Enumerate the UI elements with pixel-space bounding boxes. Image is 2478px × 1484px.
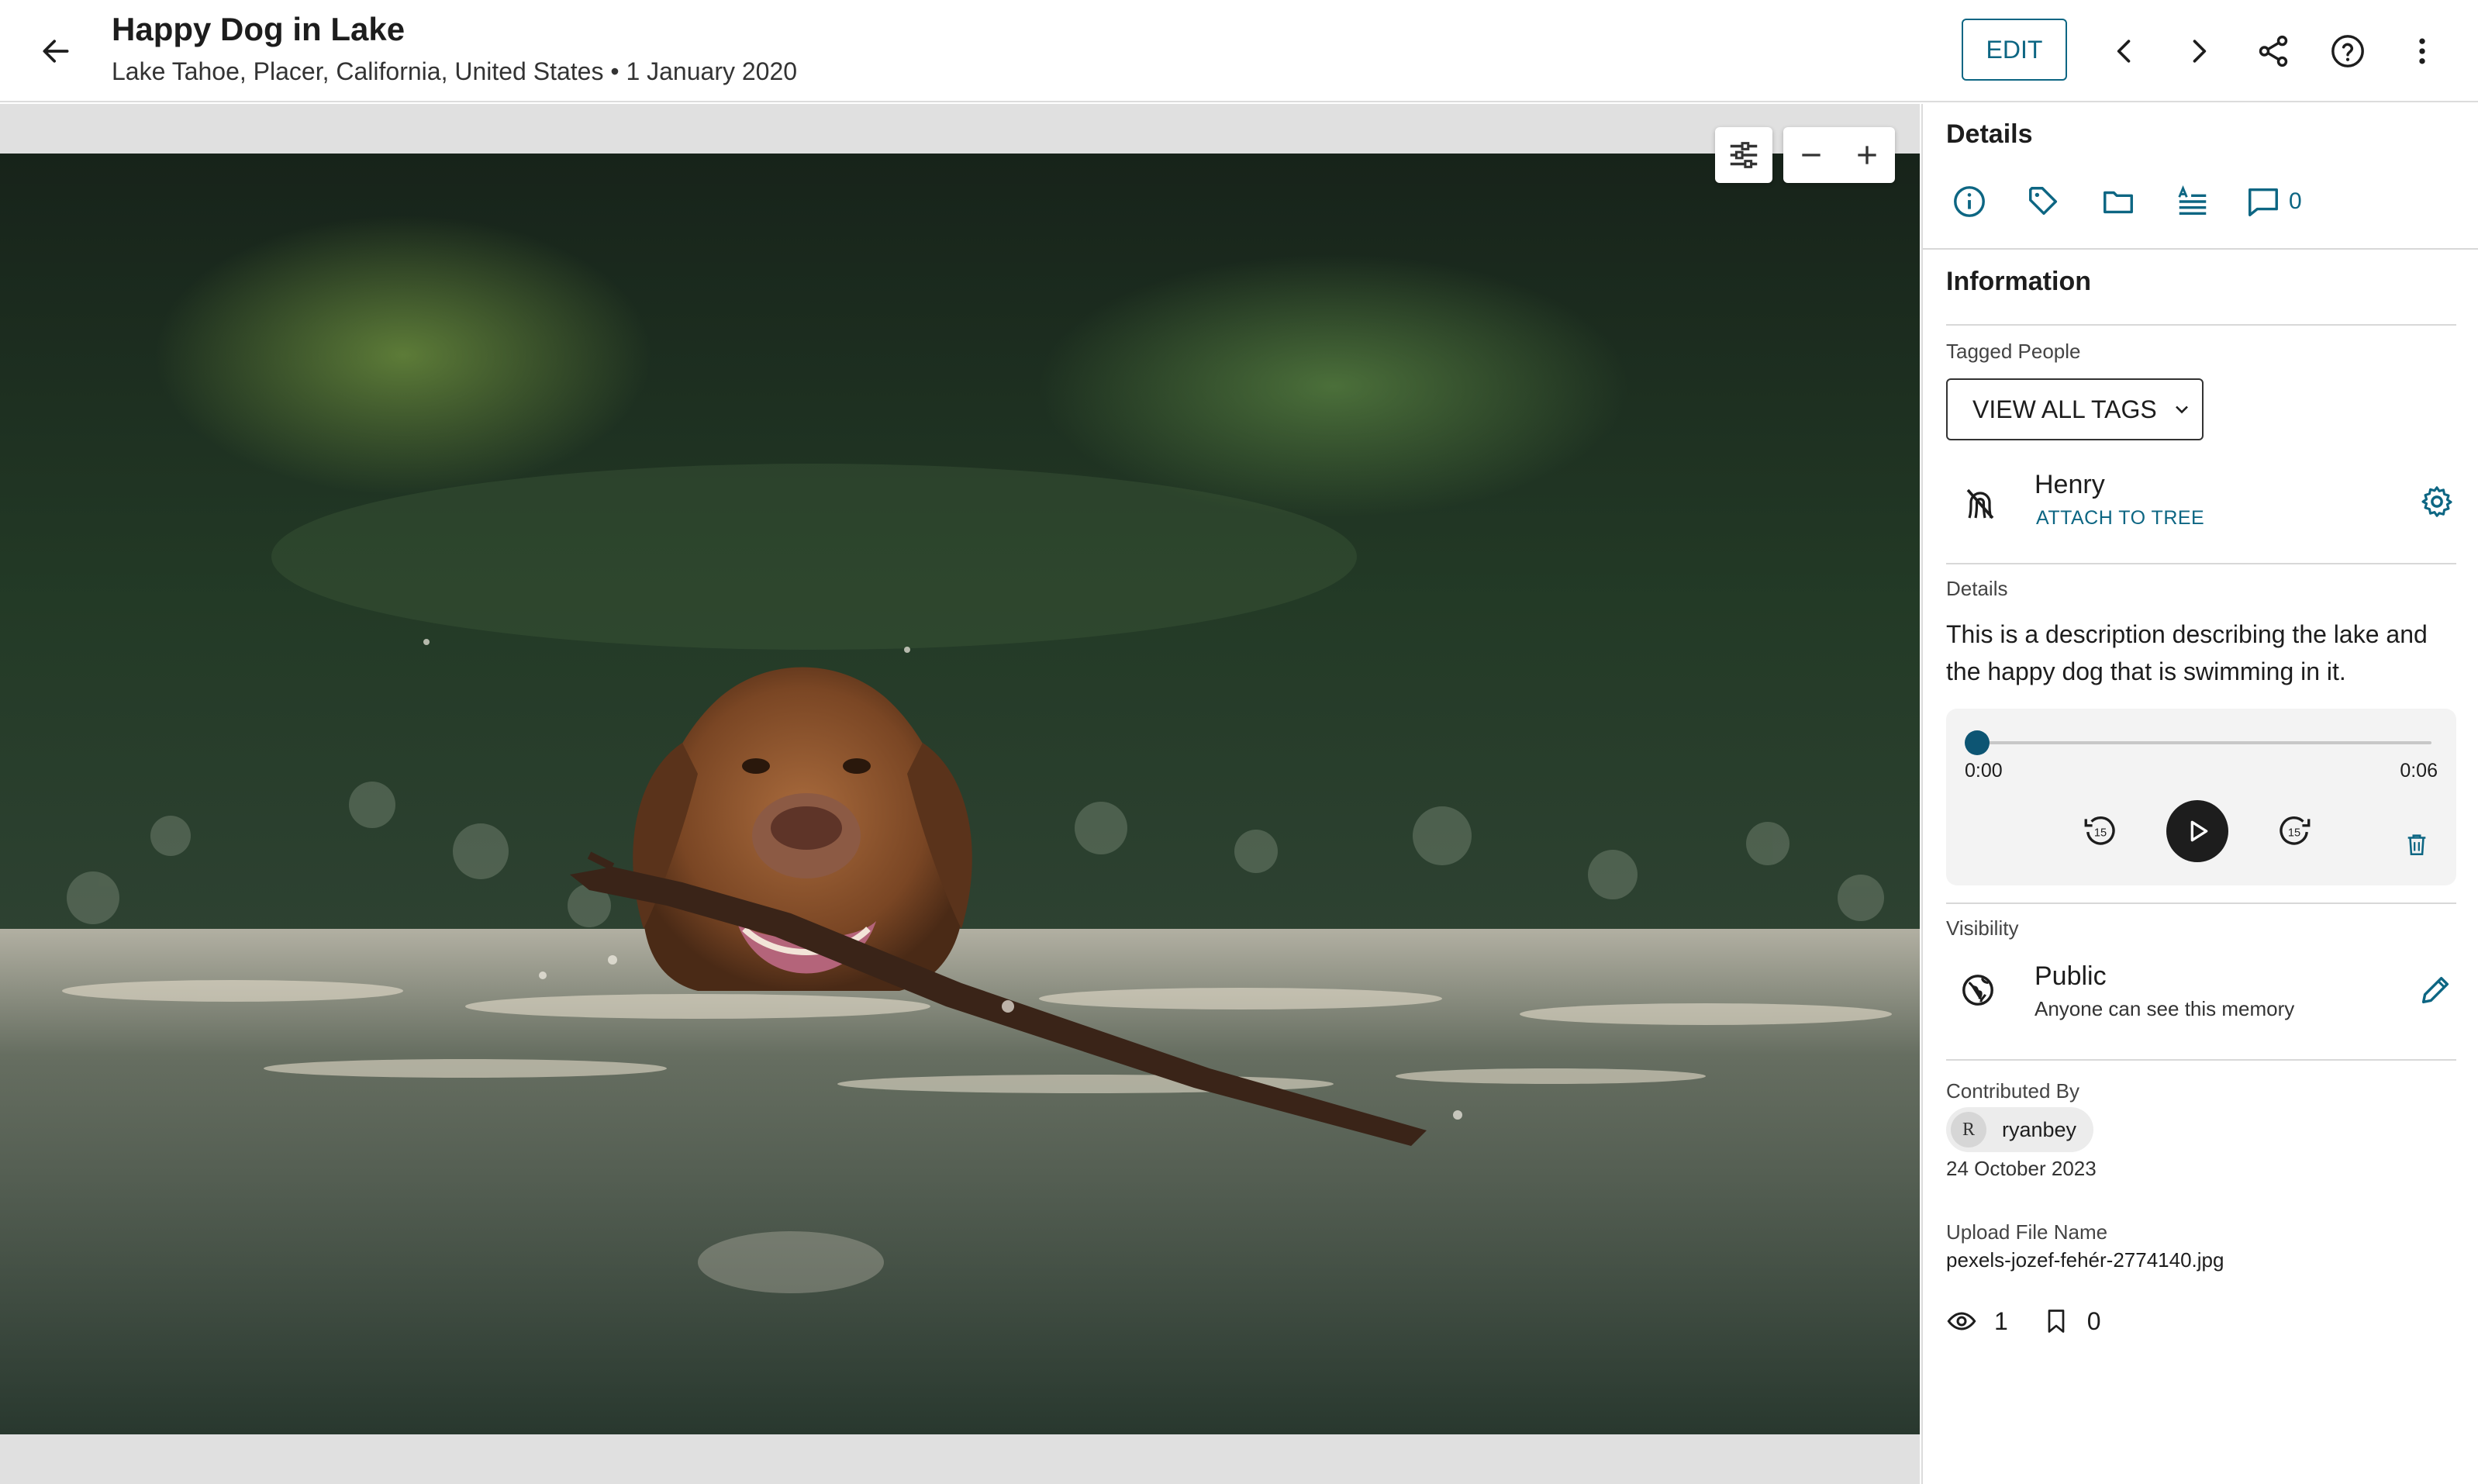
details-label: Details [1946, 577, 2008, 600]
zoom-in-button[interactable] [1852, 140, 1883, 171]
globe-icon [1962, 975, 1993, 1006]
visibility-label: Visibility [1946, 916, 2019, 940]
audio-duration: 0:06 [2400, 760, 2438, 782]
pencil-icon [2421, 976, 2449, 1004]
eye-icon [1947, 1312, 1976, 1330]
zoom-in-icon [1858, 146, 1876, 164]
chevron-down-icon [2175, 406, 2188, 414]
bookmark-icon [2048, 1310, 2065, 1333]
memory-description: This is a description describing the lak… [1946, 620, 2428, 685]
audio-track[interactable] [1974, 741, 2431, 744]
zoom-out-icon [1802, 154, 1821, 157]
visibility-avatar [1960, 972, 1999, 1011]
forward-15-icon: 15 [2280, 816, 2311, 845]
more-options-button[interactable] [2399, 28, 2445, 74]
chevron-left-icon [2117, 40, 2131, 63]
attach-to-tree-link[interactable]: ATTACH TO TREE [2036, 507, 2204, 530]
memory-stats: 1 0 [1946, 1306, 2101, 1337]
edit-button[interactable]: EDIT [1962, 19, 2067, 81]
view-all-tags-button[interactable]: VIEW ALL TAGS [1946, 378, 2204, 440]
audio-divider [1946, 902, 2456, 904]
audio-player: 0:00 0:06 15 15 [1946, 709, 2456, 885]
more-vert-icon [2419, 38, 2425, 64]
contributed-date: 24 October 2023 [1946, 1157, 2097, 1180]
contributor-chip[interactable]: R ryanbey [1946, 1107, 2094, 1152]
person-divider [1946, 563, 2456, 564]
tagged-people-label: Tagged People [1946, 340, 2081, 363]
share-icon [2259, 35, 2288, 67]
tab-divider [1923, 248, 2478, 250]
rewind-15-button[interactable]: 15 [2081, 811, 2120, 850]
zoom-out-button[interactable] [1796, 140, 1827, 171]
gear-icon [2421, 486, 2452, 517]
details-panel: Details 0 Information Tagged People VIEW… [1921, 104, 2478, 1484]
tab-tags[interactable] [2024, 181, 2064, 222]
info-icon [1954, 186, 1985, 217]
text-lines-icon [2178, 185, 2207, 216]
memory-photo[interactable] [0, 154, 1920, 1434]
information-divider [1946, 324, 2456, 326]
comment-count: 0 [2289, 188, 2302, 214]
tab-comments[interactable]: 0 [2245, 181, 2315, 222]
svg-text:15: 15 [2288, 827, 2300, 839]
play-button[interactable] [2166, 800, 2228, 862]
trash-icon [2407, 834, 2426, 856]
edit-visibility-button[interactable] [2418, 972, 2456, 1011]
play-icon [2190, 820, 2208, 842]
visibility-divider [1946, 1059, 2456, 1061]
fingerprint-icon [1966, 488, 1994, 519]
audio-current-time: 0:00 [1965, 760, 2003, 782]
back-arrow-icon [43, 40, 69, 63]
person-avatar [1962, 481, 2000, 527]
tab-albums[interactable] [2098, 181, 2138, 222]
contributor-avatar: R [1951, 1112, 1986, 1148]
comment-icon [2248, 188, 2278, 216]
page-subtitle: Lake Tahoe, Placer, California, United S… [112, 57, 798, 85]
tab-info[interactable] [1949, 181, 1990, 222]
previous-button[interactable] [2101, 28, 2148, 74]
adjust-sliders-icon [1730, 142, 1758, 168]
app-header: Happy Dog in Lake Lake Tahoe, Placer, Ca… [0, 0, 2478, 102]
tab-transcription[interactable] [2173, 181, 2213, 222]
image-viewer [0, 104, 1920, 1484]
contributed-by-label: Contributed By [1946, 1079, 2079, 1103]
upload-file-label: Upload File Name [1946, 1220, 2108, 1244]
adjust-button[interactable] [1726, 137, 1762, 173]
chevron-right-icon [2193, 40, 2207, 63]
page-title: Happy Dog in Lake [112, 11, 406, 47]
visibility-title: Public [2035, 961, 2107, 991]
delete-audio-button[interactable] [2404, 831, 2433, 861]
share-button[interactable] [2250, 28, 2297, 74]
view-count: 1 [1994, 1306, 2008, 1335]
rewind-15-icon: 15 [2084, 816, 2115, 845]
audio-scrubber[interactable] [1965, 730, 1990, 755]
help-icon [2331, 35, 2364, 67]
information-heading: Information [1946, 267, 2091, 296]
help-button[interactable] [2324, 28, 2371, 74]
bookmark-count: 0 [2086, 1306, 2101, 1335]
folder-icon [2104, 191, 2133, 214]
panel-heading: Details [1946, 119, 2033, 149]
forward-15-button[interactable]: 15 [2275, 811, 2314, 850]
tag-icon [2029, 187, 2058, 216]
view-all-tags-label: VIEW ALL TAGS [1972, 395, 2157, 423]
visibility-description: Anyone can see this memory [2035, 997, 2295, 1020]
back-button[interactable] [36, 31, 76, 71]
upload-file-name: pexels-jozef-fehér-2774140.jpg [1946, 1248, 2224, 1272]
person-name: Henry [2035, 470, 2105, 499]
person-settings-button[interactable] [2419, 484, 2456, 521]
contributor-name: ryanbey [2002, 1117, 2077, 1141]
svg-text:15: 15 [2094, 827, 2107, 839]
next-button[interactable] [2176, 28, 2222, 74]
adjust-tool-group [1715, 127, 1772, 183]
zoom-tool-group [1783, 127, 1895, 183]
